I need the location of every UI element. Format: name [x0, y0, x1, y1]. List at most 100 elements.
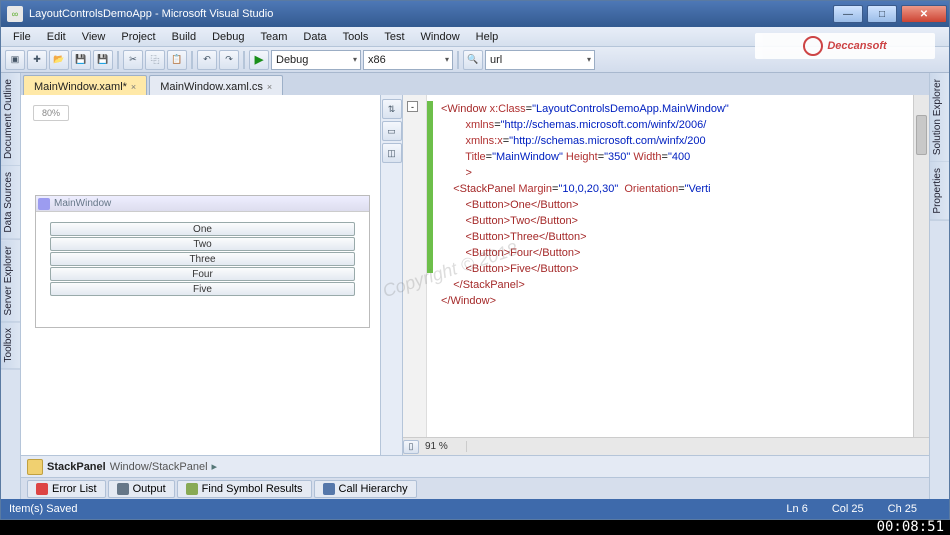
tab-call-hierarchy[interactable]: Call Hierarchy — [314, 480, 417, 498]
status-message: Item(s) Saved — [9, 503, 77, 515]
designer-vertical-toolbar: ⇅ ▭ ◫ — [381, 95, 403, 455]
redo-button[interactable]: ↷ — [219, 50, 239, 70]
horizontal-scrollbar[interactable]: ▯ 91 % — [403, 437, 929, 455]
menu-item[interactable]: Tools — [335, 29, 377, 45]
design-button[interactable]: Two — [50, 237, 355, 251]
code-content[interactable]: <Window x:Class="LayoutControlsDemoApp.M… — [441, 101, 925, 309]
document-tabs: MainWindow.xaml* × MainWindow.xaml.cs × — [21, 73, 929, 95]
maximize-button[interactable]: □ — [867, 5, 897, 23]
editor-zoom[interactable]: 91 % — [419, 441, 467, 452]
separator — [243, 51, 245, 69]
platform-combo[interactable]: x86 — [363, 50, 453, 70]
window-buttons: — □ ✕ — [831, 3, 949, 25]
find-combo[interactable]: url — [485, 50, 595, 70]
well-tab-toolbox[interactable]: Toolbox — [1, 322, 20, 369]
collapse-icon[interactable]: - — [407, 101, 418, 112]
xaml-editor[interactable]: - <Window x:Class="LayoutControlsDemoApp… — [403, 95, 929, 455]
error-icon — [36, 483, 48, 495]
xaml-designer[interactable]: 80% MainWindow One Two Three Four Five — [21, 95, 381, 455]
design-stackpanel[interactable]: One Two Three Four Five — [36, 212, 369, 327]
doc-tab-label: MainWindow.xaml* — [34, 81, 127, 93]
doc-tab-label: MainWindow.xaml.cs — [160, 81, 263, 93]
breadcrumb-path[interactable]: Window/StackPanel — [110, 461, 208, 473]
tab-error-list[interactable]: Error List — [27, 480, 106, 498]
doc-tab-mainwindow-cs[interactable]: MainWindow.xaml.cs × — [149, 75, 283, 95]
menu-item[interactable]: Data — [295, 29, 334, 45]
save-button[interactable]: 💾 — [71, 50, 91, 70]
chevron-right-icon[interactable]: ▸ — [212, 460, 218, 473]
close-button[interactable]: ✕ — [901, 5, 947, 23]
design-button[interactable]: Five — [50, 282, 355, 296]
app-window: ∞ LayoutControlsDemoApp - Microsoft Visu… — [0, 0, 950, 520]
well-tab-solution-explorer[interactable]: Solution Explorer — [930, 73, 949, 162]
brand-logo: Deccansoft — [755, 33, 935, 59]
design-window[interactable]: MainWindow One Two Three Four Five — [35, 195, 370, 328]
undo-button[interactable]: ↶ — [197, 50, 217, 70]
separator — [457, 51, 459, 69]
split-handle[interactable]: ▯ — [403, 440, 419, 454]
breadcrumb-element[interactable]: StackPanel — [47, 461, 106, 473]
menu-item[interactable]: Debug — [204, 29, 252, 45]
body-area: Document Outline Data Sources Server Exp… — [1, 73, 949, 499]
output-icon — [117, 483, 129, 495]
well-tab-document-outline[interactable]: Document Outline — [1, 73, 20, 166]
xaml-breadcrumb[interactable]: StackPanel Window/StackPanel ▸ — [21, 455, 929, 477]
well-tab-properties[interactable]: Properties — [930, 162, 949, 221]
minimize-button[interactable]: — — [833, 5, 863, 23]
close-icon[interactable]: × — [131, 82, 136, 92]
platform-value: x86 — [368, 54, 386, 66]
vertical-scrollbar[interactable] — [913, 95, 929, 437]
start-debug-button[interactable]: ▶ — [249, 50, 269, 70]
menu-item[interactable]: Test — [376, 29, 412, 45]
hierarchy-icon — [323, 483, 335, 495]
tab-output[interactable]: Output — [108, 480, 175, 498]
save-all-button[interactable]: 💾 — [93, 50, 113, 70]
menu-item[interactable]: Team — [253, 29, 296, 45]
design-button[interactable]: Four — [50, 267, 355, 281]
menu-item[interactable]: Project — [113, 29, 163, 45]
add-item-button[interactable]: ✚ — [27, 50, 47, 70]
menu-item[interactable]: Build — [164, 29, 204, 45]
copy-button[interactable]: ⿻ — [145, 50, 165, 70]
tab-label: Output — [133, 483, 166, 495]
status-ch: Ch 25 — [888, 503, 917, 515]
change-indicator — [427, 101, 433, 273]
tab-label: Call Hierarchy — [339, 483, 408, 495]
design-button[interactable]: Three — [50, 252, 355, 266]
separator — [191, 51, 193, 69]
menu-item[interactable]: Edit — [39, 29, 74, 45]
bottom-tool-tabs: Error List Output Find Symbol Results Ca… — [21, 477, 929, 499]
horizontal-split-button[interactable]: ▭ — [382, 121, 402, 141]
well-tab-server-explorer[interactable]: Server Explorer — [1, 240, 20, 322]
close-icon[interactable]: × — [267, 82, 272, 92]
menu-item[interactable]: Window — [413, 29, 468, 45]
config-value: Debug — [276, 54, 308, 66]
vertical-split-button[interactable]: ◫ — [382, 143, 402, 163]
doc-tab-mainwindow-xaml[interactable]: MainWindow.xaml* × — [23, 75, 147, 95]
tab-find-symbol[interactable]: Find Symbol Results — [177, 480, 312, 498]
new-project-button[interactable]: ▣ — [5, 50, 25, 70]
open-button[interactable]: 📂 — [49, 50, 69, 70]
swap-panes-button[interactable]: ⇅ — [382, 99, 402, 119]
menu-item[interactable]: Help — [468, 29, 507, 45]
well-tab-data-sources[interactable]: Data Sources — [1, 166, 20, 240]
title-bar[interactable]: ∞ LayoutControlsDemoApp - Microsoft Visu… — [1, 1, 949, 27]
cut-button[interactable]: ✂ — [123, 50, 143, 70]
menu-item[interactable]: View — [74, 29, 114, 45]
left-tool-well: Document Outline Data Sources Server Exp… — [1, 73, 21, 499]
find-value: url — [490, 54, 502, 66]
tab-label: Error List — [52, 483, 97, 495]
editor-gutter — [403, 95, 427, 455]
paste-button[interactable]: 📋 — [167, 50, 187, 70]
scroll-thumb[interactable] — [916, 115, 927, 155]
menu-item[interactable]: File — [5, 29, 39, 45]
logo-text: Deccansoft — [827, 40, 886, 52]
design-button[interactable]: One — [50, 222, 355, 236]
element-icon — [27, 459, 43, 475]
config-combo[interactable]: Debug — [271, 50, 361, 70]
find-icon — [186, 483, 198, 495]
find-icon[interactable]: 🔍 — [463, 50, 483, 70]
window-title: LayoutControlsDemoApp - Microsoft Visual… — [29, 8, 273, 20]
separator — [117, 51, 119, 69]
designer-zoom[interactable]: 80% — [33, 105, 69, 121]
